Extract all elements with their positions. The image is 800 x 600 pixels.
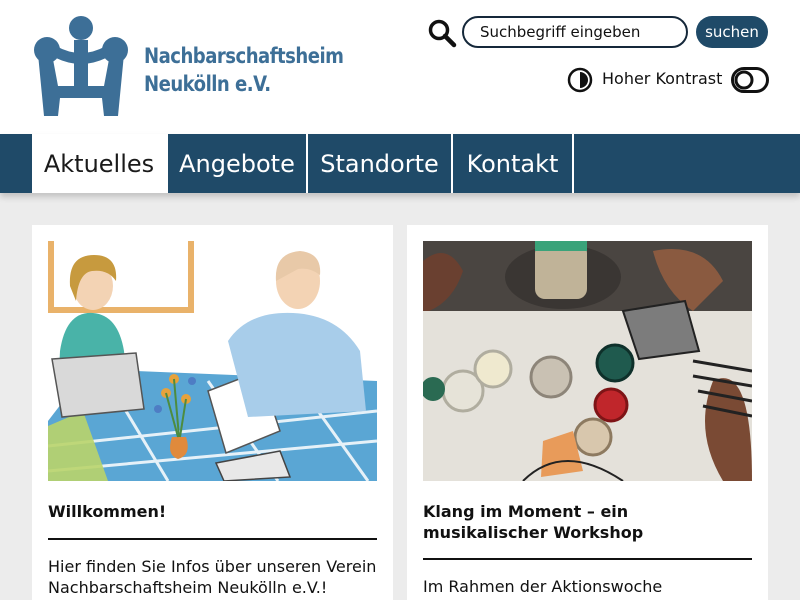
photo-icon [423,241,752,481]
card-divider [48,538,377,540]
nav-item-angebote[interactable]: Angebote [168,134,308,193]
search-button[interactable]: suchen [696,16,768,48]
nav-item-standorte[interactable]: Standorte [308,134,453,193]
search-icon[interactable] [427,18,457,48]
logo-line-1: Nachbarschaftsheim [144,44,344,68]
contrast-icon [567,67,593,93]
site-logo[interactable]: Nachbarschaftsheim Neukölln e.V. [30,14,344,120]
nav-item-kontakt[interactable]: Kontakt [453,134,574,193]
nav-item-aktuelles[interactable]: Aktuelles [32,134,168,193]
logo-mark-icon [34,16,128,116]
card-title[interactable]: Willkommen! [48,501,378,522]
main-nav: Aktuelles Angebote Standorte Kontakt [0,134,800,193]
logo-line-2: Neukölln e.V. [144,72,271,96]
card-image[interactable] [423,241,752,481]
illustration-icon [48,241,377,481]
site-header: Nachbarschaftsheim Neukölln e.V. suchen … [0,0,800,134]
card-divider [423,558,752,560]
news-card[interactable]: Willkommen! Hier finden Sie Infos über u… [32,225,393,600]
toggle-icon[interactable] [731,67,769,93]
card-text: Im Rahmen der Aktionswoche Wundervolle [423,577,663,600]
contrast-label: Hoher Kontrast [602,69,723,88]
card-title[interactable]: Klang im Moment – ein musikalischer Work… [423,501,753,543]
logo-text: Nachbarschaftsheim Neukölln e.V. [144,42,344,98]
card-image[interactable] [48,241,377,481]
card-text: Hier finden Sie Infos über unseren Verei… [48,557,377,597]
search-input[interactable] [462,16,688,48]
news-card[interactable]: Klang im Moment – ein musikalischer Work… [407,225,768,600]
